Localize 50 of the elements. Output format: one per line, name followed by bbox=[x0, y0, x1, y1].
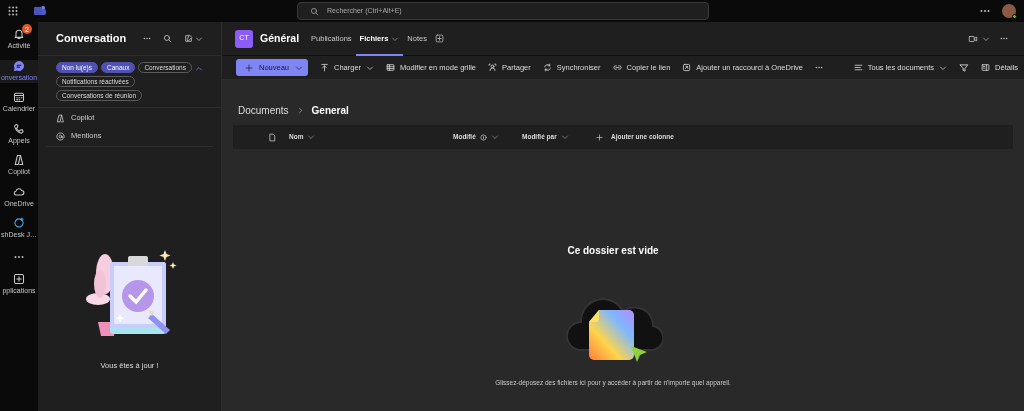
document-icon bbox=[268, 132, 277, 142]
search-icon bbox=[310, 6, 319, 16]
chevron-down-icon bbox=[195, 34, 203, 43]
chevron-right-icon bbox=[296, 106, 304, 114]
plus-icon bbox=[596, 133, 603, 141]
add-tab-icon bbox=[434, 34, 444, 43]
chevron-down-icon bbox=[391, 34, 400, 43]
info-icon bbox=[479, 133, 487, 141]
chevron-down-icon bbox=[490, 133, 499, 141]
calendar-icon bbox=[13, 91, 25, 103]
bell-icon bbox=[13, 28, 25, 40]
grid-icon bbox=[386, 63, 396, 72]
chevron-down-icon bbox=[366, 63, 375, 72]
video-call-button[interactable] bbox=[968, 33, 990, 44]
compose-icon bbox=[184, 34, 193, 43]
more-options-icon[interactable] bbox=[980, 9, 990, 13]
list-icon bbox=[853, 63, 863, 72]
share-icon bbox=[488, 63, 497, 72]
channel-name: Général bbox=[260, 30, 300, 46]
chevron-down-icon bbox=[295, 63, 304, 72]
chevron-down-icon bbox=[307, 133, 316, 141]
more-options-icon[interactable] bbox=[1000, 37, 1008, 40]
user-avatar[interactable] bbox=[1002, 4, 1016, 18]
at-sign-icon bbox=[56, 131, 65, 141]
app-launcher-icon[interactable] bbox=[8, 6, 18, 16]
upload-icon bbox=[320, 63, 329, 72]
details-pane-icon bbox=[981, 63, 991, 72]
cloud-icon bbox=[13, 185, 25, 198]
chevron-down-icon bbox=[982, 34, 990, 43]
empty-folder-title: Ce dossier est vide bbox=[567, 244, 659, 258]
add-icon bbox=[13, 272, 25, 285]
video-camera-icon bbox=[968, 33, 978, 44]
teams-logo-icon bbox=[34, 5, 46, 17]
more-options-icon[interactable] bbox=[815, 66, 824, 69]
more-options-icon[interactable] bbox=[143, 37, 151, 40]
filter-icon bbox=[959, 62, 970, 73]
search-icon bbox=[163, 34, 172, 43]
shortcut-icon bbox=[682, 63, 692, 72]
breadcrumb-item: General bbox=[311, 103, 349, 118]
more-apps-icon[interactable] bbox=[14, 254, 24, 259]
breadcrumb-item[interactable]: Documents bbox=[238, 102, 289, 118]
plus-icon bbox=[245, 63, 253, 72]
chevron-up-icon bbox=[195, 65, 203, 73]
sync-icon bbox=[542, 63, 552, 72]
chevron-down-icon bbox=[560, 133, 569, 141]
phone-icon bbox=[13, 122, 25, 135]
compose-button[interactable] bbox=[184, 34, 203, 43]
chevron-down-icon bbox=[939, 63, 948, 72]
panel-title: Conversation bbox=[56, 31, 128, 47]
link-icon bbox=[612, 63, 622, 72]
